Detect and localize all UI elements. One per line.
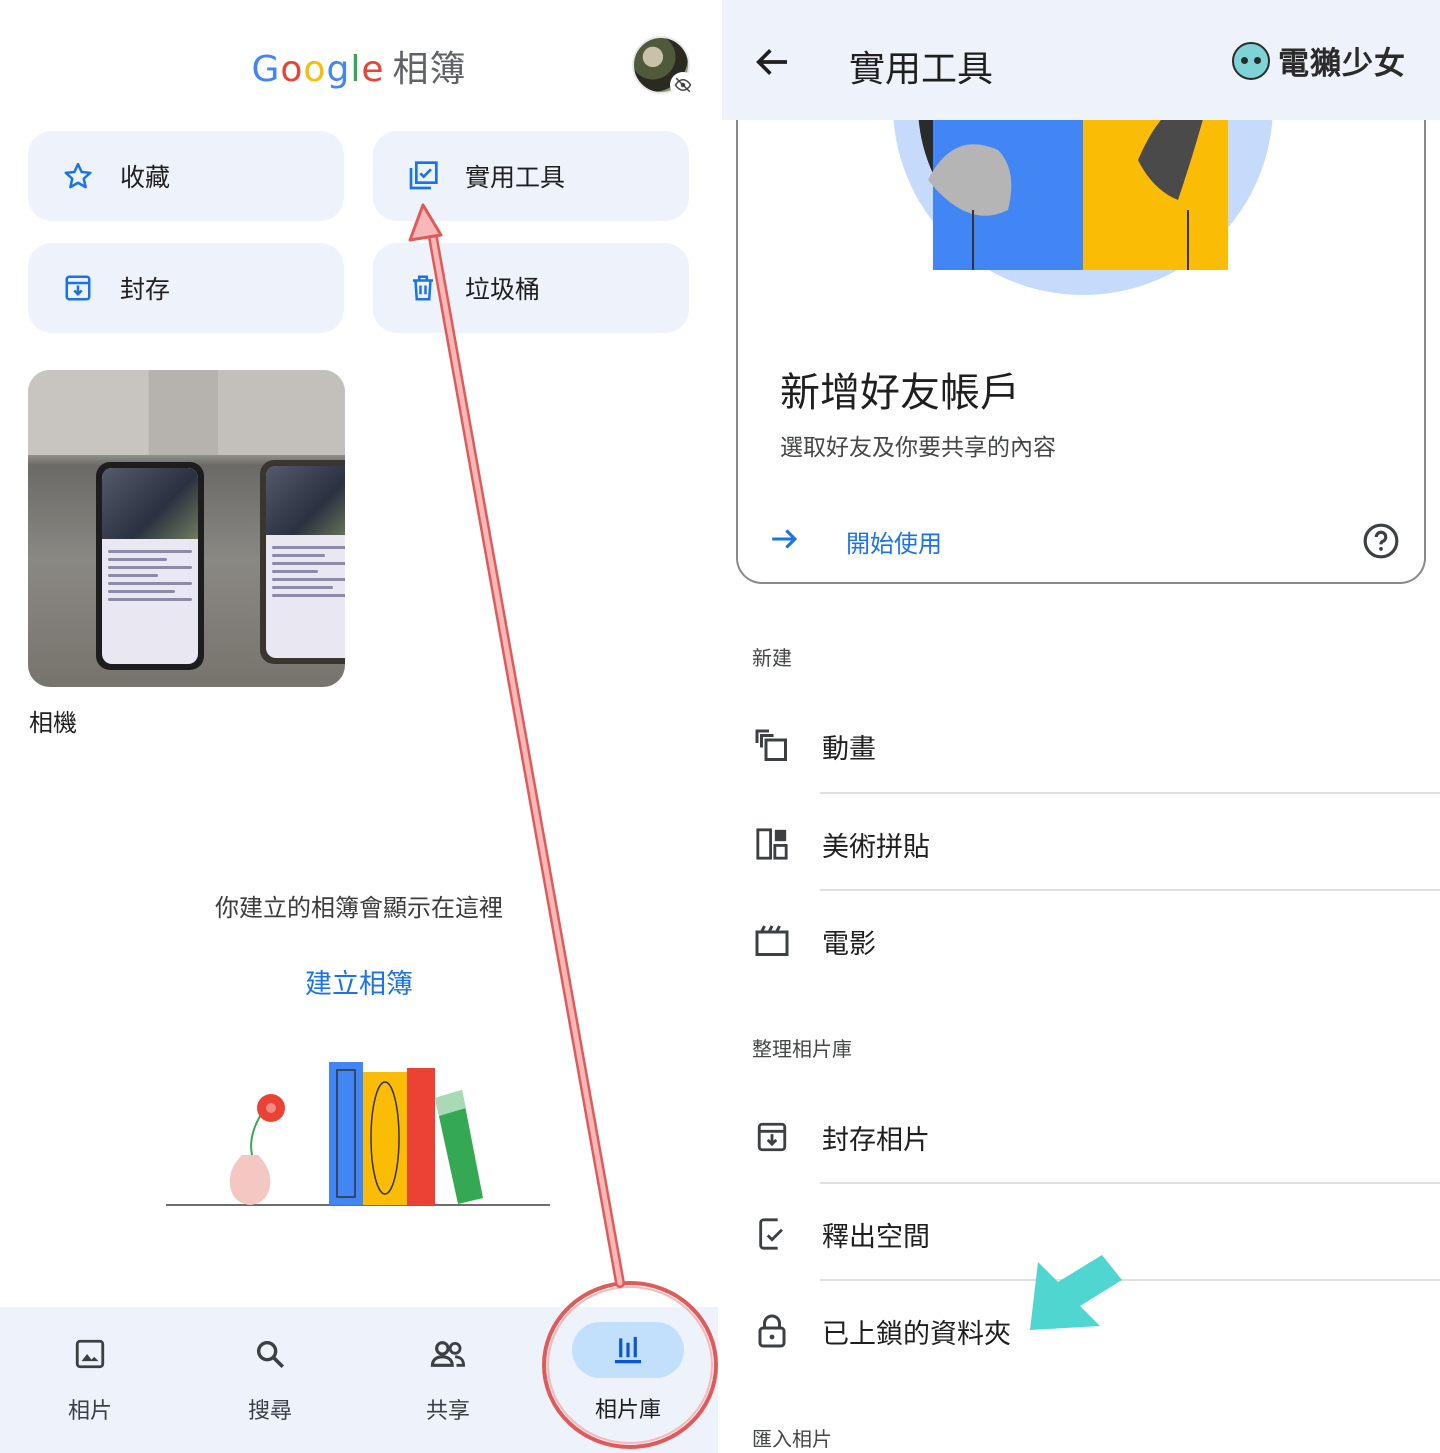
tile-archive[interactable]: 封存 <box>28 243 344 333</box>
help-icon[interactable] <box>1362 522 1400 560</box>
section-import: 匯入相片 <box>752 1427 832 1451</box>
row-label: 已上鎖的資料夾 <box>822 1318 1011 1350</box>
row-label: 封存相片 <box>822 1124 930 1156</box>
row-label: 電影 <box>822 928 876 960</box>
search-icon <box>215 1329 325 1379</box>
photo-icon <box>35 1329 145 1379</box>
nav-photos[interactable]: 相片 <box>0 1307 180 1453</box>
nav-label: 相片 <box>67 1399 112 1424</box>
divider <box>820 889 1440 891</box>
row-archive-photos[interactable]: 封存相片 <box>722 1088 1440 1186</box>
archive-icon <box>752 1117 792 1157</box>
utilities-icon <box>401 154 445 198</box>
arrow-right-icon <box>768 522 802 560</box>
left-screen: Google 相簿 收藏 實用工具 封存 垃圾桶 相機 你建立的相簿會顯示在這裡… <box>0 0 718 1453</box>
divider <box>820 1182 1440 1184</box>
nav-label: 共享 <box>425 1399 470 1424</box>
nav-label: 搜尋 <box>247 1399 292 1424</box>
nav-library[interactable]: 相片庫 <box>538 1307 718 1453</box>
bookshelf-illustration <box>166 1062 550 1206</box>
album-title[interactable]: 相機 <box>29 703 77 738</box>
animation-icon <box>752 726 792 766</box>
divider <box>820 1279 1440 1281</box>
nav-sharing[interactable]: 共享 <box>358 1307 538 1453</box>
right-screen: 新增好友帳戶 選取好友及你要共享的內容 開始使用 實用工具 電獺少女 新建 動畫 <box>722 0 1440 1453</box>
nav-search[interactable]: 搜尋 <box>180 1307 360 1453</box>
get-started-label: 開始使用 <box>846 529 942 558</box>
tile-favorites[interactable]: 收藏 <box>28 131 344 221</box>
divider <box>820 792 1440 794</box>
collage-icon <box>752 824 792 864</box>
album-camera-thumbnail[interactable] <box>28 370 345 687</box>
lock-icon <box>752 1311 792 1351</box>
row-collage[interactable]: 美術拼貼 <box>722 795 1440 893</box>
thumbnail-background <box>28 370 345 455</box>
page-title: 實用工具 <box>849 49 994 90</box>
tile-label: 收藏 <box>120 163 171 192</box>
movie-icon <box>752 921 792 961</box>
section-new: 新建 <box>752 646 792 670</box>
otter-mascot-icon <box>1232 41 1270 80</box>
tile-trash[interactable]: 垃圾桶 <box>373 243 689 333</box>
app-brand: Google 相簿 <box>251 49 467 90</box>
archive-icon <box>56 266 100 310</box>
row-locked-folder[interactable]: 已上鎖的資料夾 <box>722 1282 1440 1380</box>
tile-label: 垃圾桶 <box>465 275 541 304</box>
row-movie[interactable]: 電影 <box>722 892 1440 990</box>
row-label: 動畫 <box>822 733 876 765</box>
back-arrow-icon[interactable] <box>752 42 792 82</box>
tile-label: 封存 <box>120 275 171 304</box>
free-up-space-icon <box>752 1214 792 1254</box>
tile-utilities[interactable]: 實用工具 <box>373 131 689 221</box>
trash-icon <box>401 266 445 310</box>
phone-photo <box>260 460 345 664</box>
get-started-button[interactable]: 開始使用 <box>768 522 942 560</box>
section-organize: 整理相片庫 <box>752 1037 852 1061</box>
watermark-logo: 電獺少女 <box>1232 38 1406 83</box>
nav-label: 相片庫 <box>594 1398 661 1423</box>
people-icon <box>393 1329 503 1379</box>
phone-photo <box>96 462 204 670</box>
empty-albums-message: 你建立的相簿會顯示在這裡 <box>215 894 503 922</box>
row-label: 美術拼貼 <box>822 831 930 863</box>
card-subtitle: 選取好友及你要共享的內容 <box>780 435 1056 461</box>
card-title: 新增好友帳戶 <box>780 370 1020 416</box>
watermark-text: 電獺少女 <box>1278 46 1406 82</box>
account-avatar[interactable] <box>632 36 696 98</box>
create-album-link[interactable]: 建立相簿 <box>0 962 718 1001</box>
top-app-bar: 實用工具 電獺少女 <box>722 0 1440 120</box>
row-free-up-space[interactable]: 釋出空間 <box>722 1185 1440 1283</box>
row-label: 釋出空間 <box>822 1221 930 1253</box>
library-icon <box>572 1322 684 1378</box>
tile-label: 實用工具 <box>465 163 566 192</box>
row-animation[interactable]: 動畫 <box>722 697 1440 795</box>
star-icon <box>56 154 100 198</box>
bottom-navigation: 相片 搜尋 共享 相片庫 <box>0 1307 718 1453</box>
eye-off-icon <box>670 72 696 98</box>
add-partner-card: 新增好友帳戶 選取好友及你要共享的內容 開始使用 <box>736 60 1426 584</box>
